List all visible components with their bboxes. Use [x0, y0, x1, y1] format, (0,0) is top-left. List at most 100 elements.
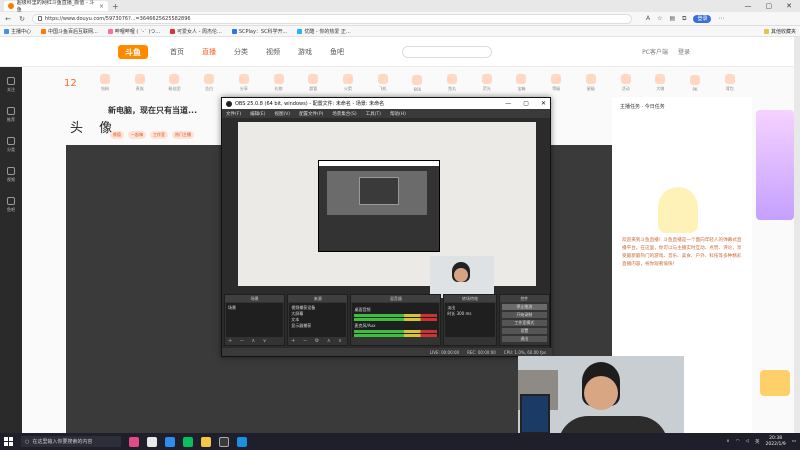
- rail-yuba[interactable]: 鱼吧: [5, 197, 17, 213]
- gift-item[interactable]: 大咖: [650, 74, 671, 92]
- volume-slider[interactable]: [354, 334, 438, 337]
- file-explorer-icon[interactable]: [201, 436, 211, 447]
- scene-item[interactable]: 场景: [228, 305, 281, 311]
- gift-item[interactable]: 粉丝团: [164, 74, 185, 92]
- studio-mode-button[interactable]: 工作室模式: [501, 320, 547, 326]
- obs-menu-view[interactable]: 视图(V): [274, 111, 290, 117]
- source-item[interactable]: 显示器捕获: [291, 323, 344, 329]
- gift-item[interactable]: PK: [685, 74, 706, 92]
- room-tag[interactable]: 一起嗨: [128, 131, 146, 139]
- obs-taskbar-icon[interactable]: [219, 436, 229, 447]
- profile-button[interactable]: 登录: [693, 14, 712, 23]
- menu-icon[interactable]: ⋯: [718, 15, 724, 22]
- bookmark-item[interactable]: 可爱女人 - 周杰伦...: [170, 28, 222, 35]
- bookmark-item[interactable]: 哔哩哔哩 ( ˙-˙ )つ...: [107, 28, 160, 35]
- gift-item[interactable]: 飞机: [372, 74, 393, 92]
- gift-item[interactable]: 活动: [615, 74, 636, 92]
- taskbar-search[interactable]: ○ 在这里输入你要搜索的内容: [21, 436, 121, 447]
- bookmark-item[interactable]: 主播中心: [4, 28, 31, 35]
- nav-home[interactable]: 首页: [170, 47, 184, 57]
- obs-menu-file[interactable]: 文件(F): [226, 111, 241, 117]
- gift-item[interactable]: 宝箱: [511, 74, 532, 92]
- taskbar-clock[interactable]: 20:38 2022/1/9: [766, 436, 786, 448]
- rail-recommend[interactable]: 推荐: [5, 107, 17, 123]
- bookmark-item[interactable]: 优酷 - 你的热爱 正...: [297, 28, 351, 35]
- refresh-icon[interactable]: ↻: [18, 15, 26, 23]
- gift-item[interactable]: 礼物: [268, 74, 289, 92]
- notification-icon[interactable]: ▭: [792, 439, 796, 444]
- obs-maximize-icon[interactable]: ▢: [523, 100, 529, 107]
- gift-item[interactable]: 分享: [234, 74, 255, 92]
- gift-item[interactable]: 等级: [546, 74, 567, 92]
- app-icon[interactable]: [165, 436, 175, 447]
- gift-item[interactable]: 超管: [303, 74, 324, 92]
- nav-video[interactable]: 视频: [266, 47, 280, 57]
- rail-category[interactable]: 分类: [5, 137, 17, 153]
- nav-game[interactable]: 游戏: [298, 47, 312, 57]
- gift-item[interactable]: 星级: [581, 74, 602, 92]
- windows-start-icon[interactable]: [4, 437, 13, 446]
- settings-button[interactable]: 设置: [501, 328, 547, 334]
- read-aloud-icon[interactable]: A: [646, 15, 650, 22]
- douyu-logo[interactable]: 斗鱼: [118, 45, 148, 59]
- extensions-icon[interactable]: ⧉: [682, 15, 686, 23]
- obs-menu-edit[interactable]: 编辑(E): [250, 111, 265, 117]
- volume-icon[interactable]: ◁: [746, 439, 749, 444]
- collections-icon[interactable]: ▤: [670, 15, 676, 22]
- obs-menu-scenecollection[interactable]: 场景集合(S): [332, 111, 356, 117]
- scenes-dock-buttons[interactable]: + − ∧ ∨: [225, 338, 284, 345]
- gift-item[interactable]: 鱼丸: [442, 74, 463, 92]
- app-icon[interactable]: [129, 436, 139, 447]
- browser-tab[interactable]: 超级科里的网红斗鱼直播_颜值 - 斗鱼 ×: [4, 0, 108, 13]
- sources-dock-buttons[interactable]: + − ⚙ ∧ ∨: [288, 338, 347, 345]
- new-tab-icon[interactable]: +: [112, 2, 119, 11]
- gift-item[interactable]: 荧光: [476, 74, 497, 92]
- site-search-input[interactable]: [402, 45, 492, 58]
- obs-close-icon[interactable]: ✕: [541, 100, 546, 107]
- obs-menu-help[interactable]: 帮助(H): [390, 111, 406, 117]
- bookmark-item[interactable]: 中国斗鱼百后互联网...: [41, 28, 98, 35]
- room-tag[interactable]: 热门主播: [172, 131, 194, 139]
- obs-preview[interactable]: [238, 122, 536, 298]
- maximize-icon[interactable]: ▢: [766, 2, 773, 10]
- transition-duration[interactable]: 时长 300 ms: [447, 311, 492, 317]
- minimize-icon[interactable]: —: [745, 2, 752, 10]
- rail-video[interactable]: 视频: [5, 167, 17, 183]
- promo-banner[interactable]: [756, 110, 794, 220]
- tray-overflow-icon[interactable]: ∧: [726, 439, 729, 444]
- network-icon[interactable]: ◠: [736, 439, 740, 444]
- other-bookmarks[interactable]: 其他收藏夹: [763, 28, 796, 35]
- url-input[interactable]: https://www.douyu.com/5973076?...=364662…: [32, 13, 632, 24]
- edge-icon[interactable]: [237, 436, 247, 447]
- room-tag[interactable]: 工作室: [150, 131, 168, 139]
- gift-item[interactable]: 贵族: [129, 74, 150, 92]
- nav-category[interactable]: 分类: [234, 47, 248, 57]
- gift-item[interactable]: 钻粉: [95, 74, 116, 92]
- task-view-icon[interactable]: [147, 436, 157, 447]
- login-link[interactable]: 登录: [678, 47, 690, 56]
- promo-badge[interactable]: [760, 370, 790, 396]
- gift-item[interactable]: 背包: [719, 74, 740, 92]
- volume-slider[interactable]: [354, 318, 438, 321]
- close-window-icon[interactable]: ✕: [786, 2, 792, 10]
- exit-button[interactable]: 退出: [501, 336, 547, 342]
- close-tab-icon[interactable]: ×: [99, 3, 104, 10]
- nav-yuba[interactable]: 鱼吧: [330, 47, 344, 57]
- obs-menu-profile[interactable]: 配置文件(P): [299, 111, 323, 117]
- stop-streaming-button[interactable]: 停止推流: [501, 304, 547, 310]
- nav-live[interactable]: 直播: [202, 47, 216, 57]
- page-scrollbar[interactable]: [794, 37, 800, 433]
- bookmark-item[interactable]: SCPlay：SC科学开...: [231, 28, 287, 35]
- gift-counter[interactable]: 12: [60, 78, 81, 89]
- ime-indicator[interactable]: 英: [755, 439, 760, 445]
- start-recording-button[interactable]: 开始录制: [501, 312, 547, 318]
- pc-client-link[interactable]: PC客户端: [642, 47, 668, 56]
- room-tag[interactable]: 颜值: [110, 131, 124, 139]
- gift-item[interactable]: 告白: [199, 74, 220, 92]
- gift-item[interactable]: 666: [407, 74, 428, 92]
- obs-menu-tools[interactable]: 工具(T): [366, 111, 381, 117]
- gift-item[interactable]: 火箭: [338, 74, 359, 92]
- rail-follow[interactable]: 关注: [5, 77, 17, 93]
- favorite-icon[interactable]: ☆: [657, 15, 662, 22]
- wechat-icon[interactable]: [183, 436, 193, 447]
